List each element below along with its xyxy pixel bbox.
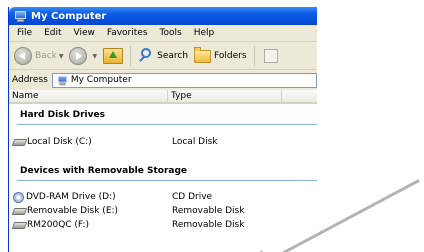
- annotation-arrowhead-layer: [259, 250, 263, 252]
